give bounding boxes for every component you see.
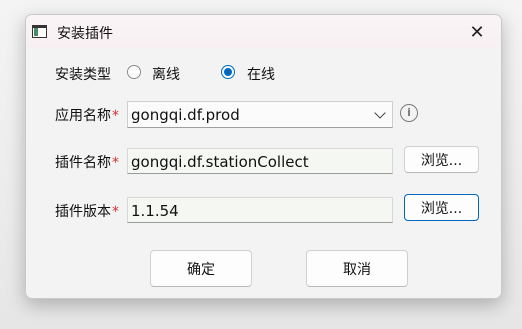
info-icon[interactable]: i (400, 104, 418, 122)
close-icon: ✕ (469, 21, 485, 43)
radio-online-label[interactable]: 在线 (247, 64, 275, 84)
app-name-label-text: 应用名称 (55, 108, 111, 124)
radio-offline[interactable] (127, 65, 141, 79)
app-name-label: 应用名称* (55, 105, 119, 125)
plugin-version-browse-button[interactable]: 浏览... (404, 194, 479, 221)
app-name-value: gongqi.df.prod (131, 106, 240, 124)
window-title: 安装插件 (57, 26, 113, 42)
required-mark: * (112, 155, 119, 171)
ok-button[interactable]: 确定 (150, 250, 252, 287)
required-mark: * (112, 108, 119, 124)
required-mark: * (112, 204, 119, 220)
radio-offline-label[interactable]: 离线 (152, 64, 180, 84)
plugin-version-field[interactable]: 1.1.54 (127, 197, 393, 223)
window-app-icon (32, 25, 47, 38)
chevron-down-icon (374, 107, 386, 119)
radio-online[interactable] (221, 65, 235, 79)
install-type-label: 安装类型 (55, 67, 111, 83)
install-plugin-dialog: 安装插件 ✕ 安装类型 离线 在线 应用名称* gongqi.df.prod i… (25, 14, 502, 299)
cancel-button[interactable]: 取消 (306, 250, 408, 287)
plugin-name-label: 插件名称* (55, 152, 119, 172)
app-name-select[interactable]: gongqi.df.prod (127, 101, 393, 128)
plugin-name-field[interactable]: gongqi.df.stationCollect (127, 148, 393, 174)
close-button[interactable]: ✕ (463, 19, 491, 45)
plugin-name-label-text: 插件名称 (55, 155, 111, 171)
plugin-version-label: 插件版本* (55, 201, 119, 221)
plugin-name-browse-button[interactable]: 浏览... (404, 146, 479, 173)
title-bar[interactable]: 安装插件 ✕ (26, 15, 501, 48)
plugin-version-label-text: 插件版本 (55, 204, 111, 220)
